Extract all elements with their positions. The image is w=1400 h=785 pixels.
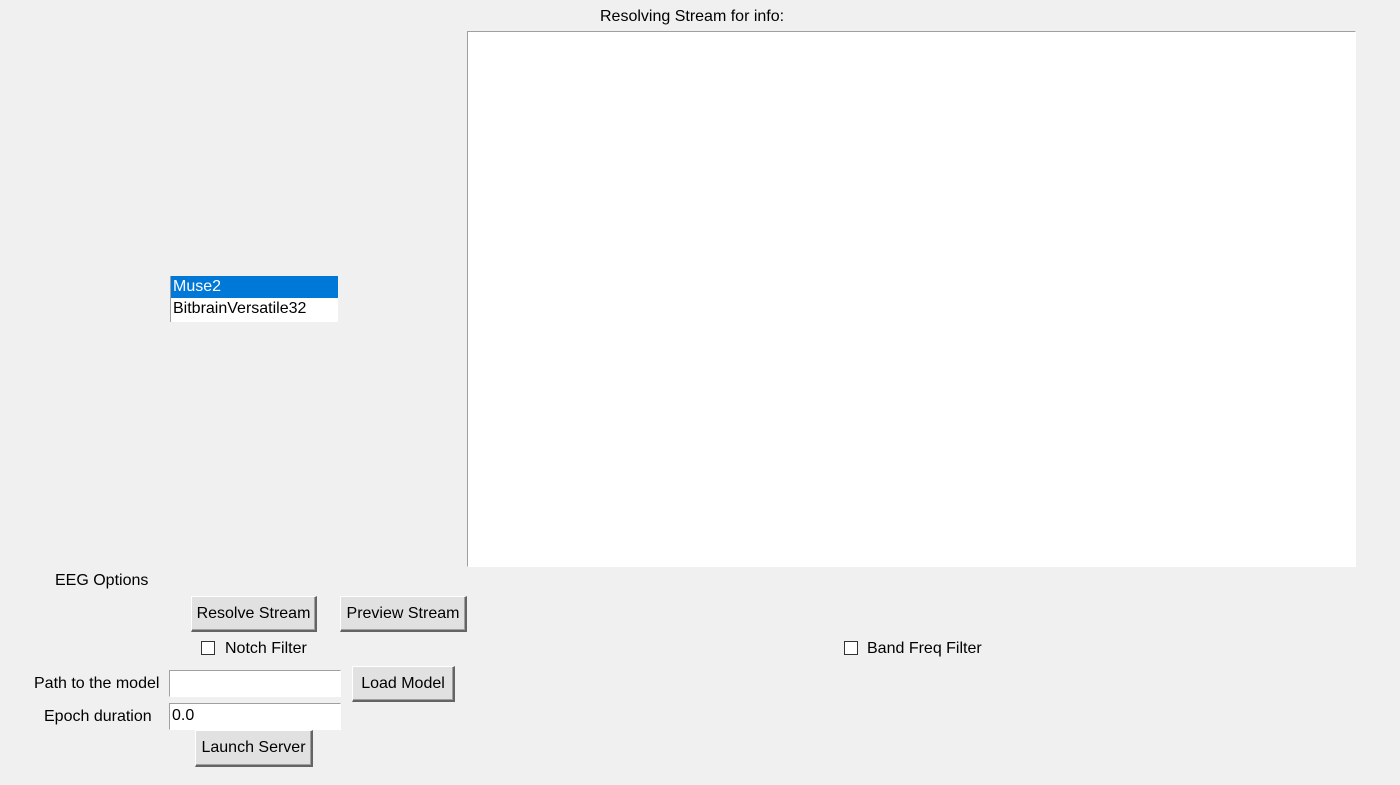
eeg-options-title: EEG Options	[55, 572, 149, 589]
epoch-duration-label: Epoch duration	[44, 708, 152, 725]
list-item-bitbrain-versatile32[interactable]: BitbrainVersatile32	[171, 298, 338, 320]
preview-stream-button[interactable]: Preview Stream	[340, 596, 467, 632]
device-listbox[interactable]: Muse2 BitbrainVersatile32	[170, 276, 338, 322]
list-item-muse2[interactable]: Muse2	[171, 276, 338, 298]
model-path-input[interactable]	[169, 670, 341, 697]
band-freq-filter-label: Band Freq Filter	[867, 640, 982, 657]
load-model-button[interactable]: Load Model	[352, 666, 455, 702]
stream-info-textarea[interactable]	[467, 31, 1356, 567]
notch-filter-label: Notch Filter	[225, 640, 307, 657]
model-path-label: Path to the model	[34, 675, 160, 692]
launch-server-button[interactable]: Launch Server	[195, 730, 313, 767]
resolve-stream-button[interactable]: Resolve Stream	[191, 596, 317, 632]
notch-filter-checkbox[interactable]	[201, 641, 215, 655]
stream-info-title: Resolving Stream for info:	[600, 8, 785, 25]
epoch-duration-input[interactable]: 0.0	[169, 703, 341, 730]
band-freq-filter-checkbox[interactable]	[844, 641, 858, 655]
